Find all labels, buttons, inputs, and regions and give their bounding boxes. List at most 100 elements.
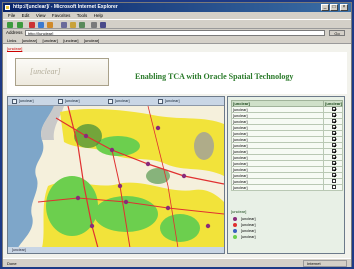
layer-checkbox[interactable]: [331, 149, 336, 153]
mail-icon[interactable]: [91, 22, 97, 28]
legend-swatch: [233, 229, 237, 233]
map-marker[interactable]: [181, 173, 187, 179]
legend-label: [unclear]: [241, 229, 256, 233]
page-title: Enabling TCA with Oracle Spatial Technol…: [135, 72, 294, 81]
zoom-out-icon[interactable]: [58, 99, 63, 104]
map-tool-label: [unclear]: [65, 99, 80, 103]
window-title: http://[unclear]/ - Microsoft Internet E…: [13, 4, 118, 10]
map-marker[interactable]: [109, 147, 115, 153]
layers-body: [unclear] [unclear] [unclear] [unclear] [unc…: [230, 106, 343, 191]
minimize-button[interactable]: _: [321, 4, 329, 11]
map-tool-label: [unclear]: [19, 99, 34, 103]
layer-name: [unclear]: [230, 184, 325, 191]
security-zone: Internet: [303, 260, 347, 267]
zoom-in-icon[interactable]: [12, 99, 17, 104]
menu-edit[interactable]: Edit: [22, 12, 30, 19]
address-label: Address: [6, 30, 23, 35]
link-item[interactable]: [unclear]: [84, 37, 99, 44]
go-button[interactable]: Go: [329, 30, 345, 36]
favorites-icon[interactable]: [70, 22, 76, 28]
link-item[interactable]: [unclear]: [22, 37, 37, 44]
map-marker[interactable]: [145, 161, 151, 167]
top-link[interactable]: [unclear]: [7, 46, 22, 51]
page-banner: [unclear] Enabling TCA with Oracle Spati…: [7, 52, 347, 94]
map-marker[interactable]: [117, 183, 123, 189]
logo-text: [unclear]: [30, 67, 61, 76]
layer-checkbox[interactable]: [331, 113, 336, 117]
map-marker[interactable]: [123, 199, 129, 205]
home-icon[interactable]: [47, 22, 53, 28]
logo: [unclear]: [15, 58, 109, 86]
map-tool-label: [unclear]: [165, 99, 180, 103]
legend-swatch: [233, 223, 237, 227]
forward-icon[interactable]: [17, 22, 23, 28]
layer-checkbox[interactable]: [331, 137, 336, 141]
history-icon[interactable]: [79, 22, 85, 28]
layer-checkbox-cell: [323, 184, 343, 191]
search-icon[interactable]: [61, 22, 67, 28]
layers-panel: [unclear] [unclear] [unclear] [unclear] [u…: [227, 96, 345, 254]
print-icon[interactable]: [100, 22, 106, 28]
map-marker[interactable]: [165, 205, 171, 211]
layer-row: [unclear]: [230, 184, 343, 191]
pan-icon[interactable]: [108, 99, 113, 104]
layer-checkbox[interactable]: [331, 179, 336, 183]
maximize-button[interactable]: □: [330, 4, 338, 11]
layer-checkbox[interactable]: [331, 119, 336, 123]
map-toolbar: [unclear] [unclear] [unclear] [unclear]: [8, 97, 224, 106]
browser-icon: [5, 5, 10, 10]
layer-checkbox[interactable]: [331, 173, 336, 177]
close-button[interactable]: ×: [340, 4, 348, 11]
refresh-icon[interactable]: [38, 22, 44, 28]
menu-bar: File Edit View Favorites Tools Help: [3, 12, 351, 19]
map-marker[interactable]: [75, 195, 81, 201]
layer-checkbox[interactable]: [331, 143, 336, 147]
menu-tools[interactable]: Tools: [77, 12, 88, 19]
legend-swatch: [233, 217, 237, 221]
menu-help[interactable]: Help: [94, 12, 103, 19]
legend-label: [unclear]: [241, 217, 256, 221]
back-icon[interactable]: [7, 22, 13, 28]
title-bar: http://[unclear]/ - Microsoft Internet E…: [3, 3, 351, 12]
stop-icon[interactable]: [29, 22, 35, 28]
status-text: Done: [7, 261, 17, 266]
layer-checkbox[interactable]: [331, 161, 336, 165]
link-item[interactable]: [unclear]: [63, 37, 78, 44]
menu-file[interactable]: File: [8, 12, 15, 19]
toolbar: [3, 19, 351, 29]
green-region: [96, 136, 140, 156]
browser-window: http://[unclear]/ - Microsoft Internet E…: [2, 2, 352, 267]
links-label: Links: [7, 38, 17, 43]
legend-item: [unclear]: [231, 234, 343, 240]
menu-view[interactable]: View: [36, 12, 46, 19]
layer-checkbox[interactable]: [331, 107, 336, 111]
legend-title: [unclear]: [231, 209, 247, 214]
links-bar: Links [unclear] [unclear] [unclear] [unc…: [3, 37, 351, 44]
map-legend: [unclear] [unclear] [unclear] [unclear] [un…: [231, 209, 343, 240]
map-tool-label: [unclear]: [115, 99, 130, 103]
map-marker[interactable]: [155, 125, 161, 131]
identify-icon[interactable]: [158, 99, 163, 104]
address-bar: Address http://[unclear] Go: [3, 29, 351, 37]
menu-favorites[interactable]: Favorites: [52, 12, 71, 19]
map-marker[interactable]: [83, 133, 89, 139]
layers-table: [unclear] [unclear] [unclear] [unclear] [u…: [230, 100, 343, 191]
status-bar: Done Internet: [3, 258, 351, 267]
layer-checkbox[interactable]: [331, 155, 336, 159]
page-content: [unclear] [unclear] Enabling TCA with Or…: [3, 44, 351, 258]
map-status-line: [unclear]: [8, 247, 224, 253]
map-marker[interactable]: [89, 223, 95, 229]
address-input[interactable]: http://[unclear]: [25, 30, 325, 36]
layer-checkbox[interactable]: [331, 167, 336, 171]
layers-header-display: [unclear]: [323, 100, 343, 107]
layer-checkbox[interactable]: [331, 185, 336, 189]
link-item[interactable]: [unclear]: [42, 37, 57, 44]
map-marker[interactable]: [205, 223, 211, 229]
legend-label: [unclear]: [241, 235, 256, 239]
map-canvas[interactable]: [8, 106, 224, 248]
layer-checkbox[interactable]: [331, 125, 336, 129]
legend-swatch: [233, 235, 237, 239]
layer-checkbox[interactable]: [331, 131, 336, 135]
gray-region: [194, 132, 214, 160]
green-region: [160, 214, 200, 242]
